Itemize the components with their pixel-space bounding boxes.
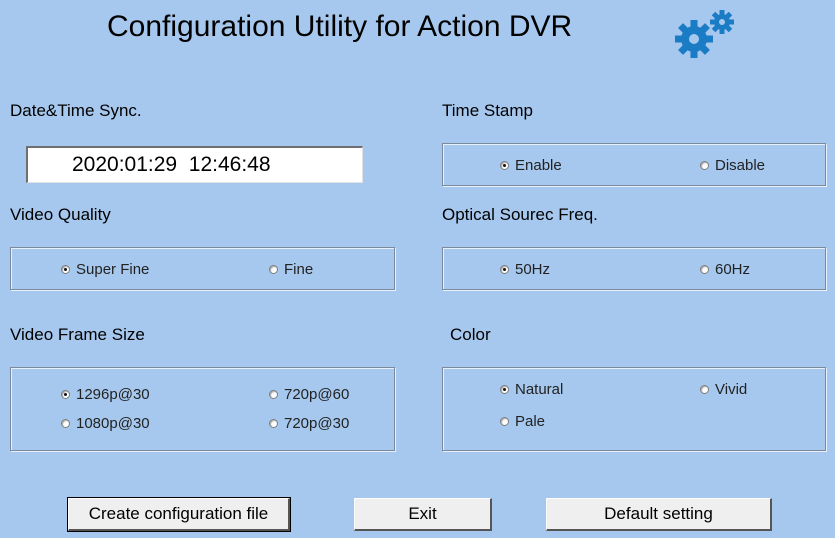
default-setting-button[interactable]: Default setting: [546, 498, 772, 531]
radio-unselected-icon: [61, 419, 70, 428]
time-stamp-enable-label: Enable: [515, 157, 562, 174]
video-quality-fine-radio[interactable]: Fine: [269, 261, 313, 278]
window-title: Configuration Utility for Action DVR: [107, 10, 573, 43]
time-stamp-disable-label: Disable: [715, 157, 766, 174]
optical-freq-50hz-label: 50Hz: [515, 261, 551, 278]
video-quality-fine-label: Fine: [284, 261, 314, 278]
optical-freq-50hz-radio[interactable]: 50Hz: [500, 261, 550, 278]
frame-size-1080p30-radio[interactable]: 1080p@30: [61, 415, 150, 432]
video-quality-super-fine-radio[interactable]: Super Fine: [61, 261, 149, 278]
video-quality-group: Super Fine Fine: [10, 247, 395, 290]
frame-size-720p60-label: 720p@60: [284, 386, 350, 403]
optical-freq-60hz-label: 60Hz: [715, 261, 751, 278]
optical-freq-label: Optical Sourec Freq.: [442, 205, 598, 224]
time-stamp-label: Time Stamp: [442, 101, 534, 120]
video-quality-label: Video Quality: [10, 205, 111, 224]
color-pale-radio[interactable]: Pale: [500, 413, 545, 430]
radio-selected-icon: [61, 265, 70, 274]
radio-selected-icon: [500, 161, 509, 170]
radio-unselected-icon: [269, 390, 278, 399]
radio-unselected-icon: [500, 417, 509, 426]
color-vivid-label: Vivid: [715, 381, 748, 398]
datetime-sync-label: Date&Time Sync.: [10, 101, 142, 120]
radio-selected-icon: [500, 265, 509, 274]
radio-selected-icon: [61, 390, 70, 399]
frame-size-1080p30-label: 1080p@30: [76, 415, 150, 432]
color-group: Natural Vivid Pale: [442, 367, 826, 451]
frame-size-label: Video Frame Size: [10, 325, 145, 344]
time-stamp-enable-radio[interactable]: Enable: [500, 157, 562, 174]
color-pale-label: Pale: [515, 413, 546, 430]
video-quality-super-fine-label: Super Fine: [76, 261, 150, 278]
color-natural-label: Natural: [515, 381, 564, 398]
exit-button[interactable]: Exit: [354, 498, 492, 531]
optical-freq-group: 50Hz 60Hz: [442, 247, 826, 290]
frame-size-1296p30-label: 1296p@30: [76, 386, 150, 403]
frame-size-720p30-label: 720p@30: [284, 415, 350, 432]
color-natural-radio[interactable]: Natural: [500, 381, 563, 398]
radio-unselected-icon: [700, 265, 709, 274]
gears-icon: [672, 8, 742, 58]
color-label: Color: [450, 325, 491, 344]
frame-size-720p60-radio[interactable]: 720p@60: [269, 386, 349, 403]
frame-size-group: 1296p@30 720p@60 1080p@30 720p@30: [10, 367, 395, 451]
radio-selected-icon: [500, 385, 509, 394]
optical-freq-60hz-radio[interactable]: 60Hz: [700, 261, 750, 278]
time-stamp-group: Enable Disable: [442, 143, 826, 186]
radio-unselected-icon: [700, 161, 709, 170]
frame-size-720p30-radio[interactable]: 720p@30: [269, 415, 349, 432]
frame-size-1296p30-radio[interactable]: 1296p@30: [61, 386, 150, 403]
radio-unselected-icon: [700, 385, 709, 394]
datetime-field[interactable]: 2020:01:29 12:46:48: [26, 146, 363, 183]
radio-unselected-icon: [269, 265, 278, 274]
radio-unselected-icon: [269, 419, 278, 428]
time-stamp-disable-radio[interactable]: Disable: [700, 157, 765, 174]
create-config-button[interactable]: Create configuration file: [67, 497, 291, 532]
color-vivid-radio[interactable]: Vivid: [700, 381, 747, 398]
